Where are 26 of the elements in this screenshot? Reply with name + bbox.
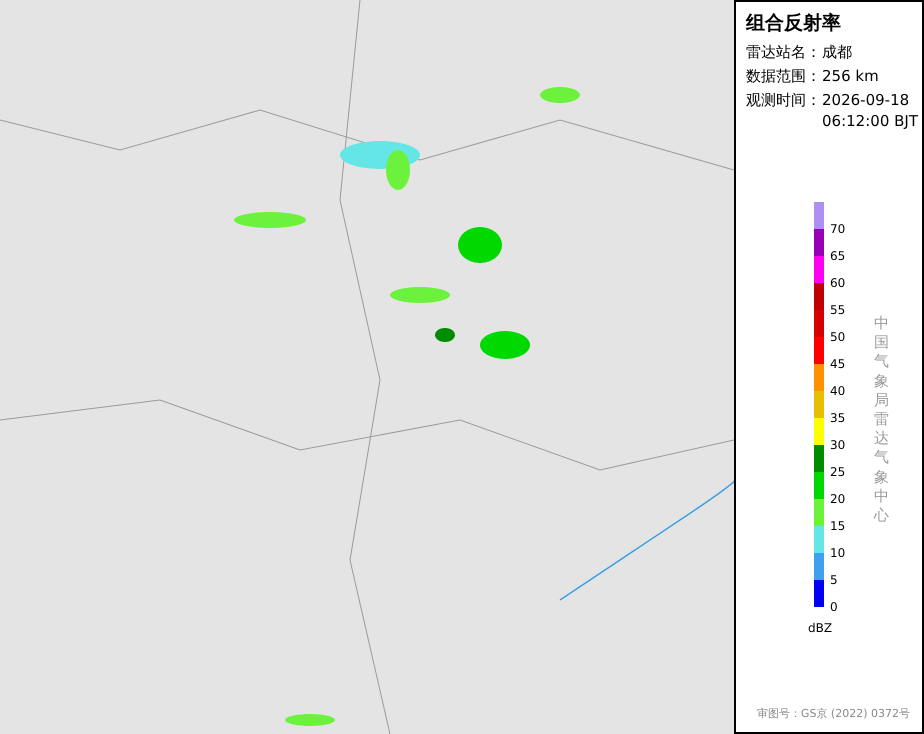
approval-number: 审图号：GS京 (2022) 0372号 <box>756 706 910 722</box>
legend-tick: 45 <box>830 357 846 371</box>
legend-tick: 55 <box>830 303 846 317</box>
unit-label: dBZ <box>808 620 832 637</box>
panel-title: 组合反射率 <box>746 11 842 36</box>
legend-tick: 0 <box>830 600 838 614</box>
field-label: 雷达站名： <box>746 42 822 63</box>
legend-tick: 25 <box>830 465 846 479</box>
legend-tick: 50 <box>830 330 846 344</box>
field-value: 成都 <box>822 42 852 63</box>
legend-tick: 70 <box>830 222 846 236</box>
legend-tick: 20 <box>830 492 846 506</box>
credit-text: 中国气象局雷达气象中心 <box>874 314 889 526</box>
field-label: 观测时间： <box>746 90 822 111</box>
legend-tick: 40 <box>830 384 846 398</box>
field-label: 数据范围： <box>746 66 822 87</box>
field-value: 2026-09-18 <box>822 90 910 111</box>
legend-tick: 35 <box>830 411 846 425</box>
legend-tick: 15 <box>830 519 846 533</box>
legend-tick: 5 <box>830 573 838 587</box>
legend-tick: 60 <box>830 276 846 290</box>
field-value: 06:12:00 BJT <box>822 111 918 132</box>
legend-tick: 10 <box>830 546 846 560</box>
field-value: 256 km <box>822 66 879 87</box>
legend-tick: 65 <box>830 249 846 263</box>
legend-tick: 30 <box>830 438 846 452</box>
